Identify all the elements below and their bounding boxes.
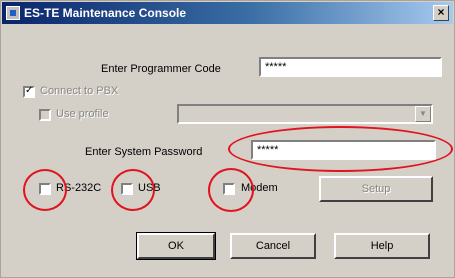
setup-button[interactable]: Setup xyxy=(319,176,433,202)
connect-pbx-label: Connect to PBX xyxy=(40,85,119,97)
help-button[interactable]: Help xyxy=(334,233,430,259)
checkmark-icon: ✓ xyxy=(25,85,34,96)
connect-pbx-checkbox[interactable]: ✓ xyxy=(23,85,35,98)
maintenance-console-dialog: ES-TE Maintenance Console × Enter Progra… xyxy=(0,0,455,278)
window-title: ES-TE Maintenance Console xyxy=(24,6,187,20)
modem-checkbox[interactable] xyxy=(223,183,235,195)
use-profile-checkbox[interactable] xyxy=(39,109,51,121)
usb-checkbox[interactable] xyxy=(121,183,133,195)
ok-button[interactable]: OK xyxy=(136,232,216,260)
title-bar[interactable]: ES-TE Maintenance Console × xyxy=(2,2,453,24)
rs232c-label: RS-232C xyxy=(56,182,102,194)
programmer-code-field[interactable]: ***** xyxy=(259,57,442,77)
rs232c-checkbox[interactable] xyxy=(39,183,51,195)
cancel-button[interactable]: Cancel xyxy=(230,233,316,259)
use-profile-label: Use profile xyxy=(56,108,109,120)
system-password-label: Enter System Password xyxy=(85,146,203,158)
app-icon xyxy=(6,6,20,20)
modem-label: Modem xyxy=(241,182,278,194)
profile-select[interactable] xyxy=(177,104,433,124)
close-button[interactable]: × xyxy=(433,5,449,21)
system-password-field[interactable]: ***** xyxy=(251,140,436,160)
programmer-code-label: Enter Programmer Code xyxy=(101,63,221,75)
chevron-down-icon[interactable]: ▼ xyxy=(415,106,431,122)
usb-label: USB xyxy=(138,182,161,194)
